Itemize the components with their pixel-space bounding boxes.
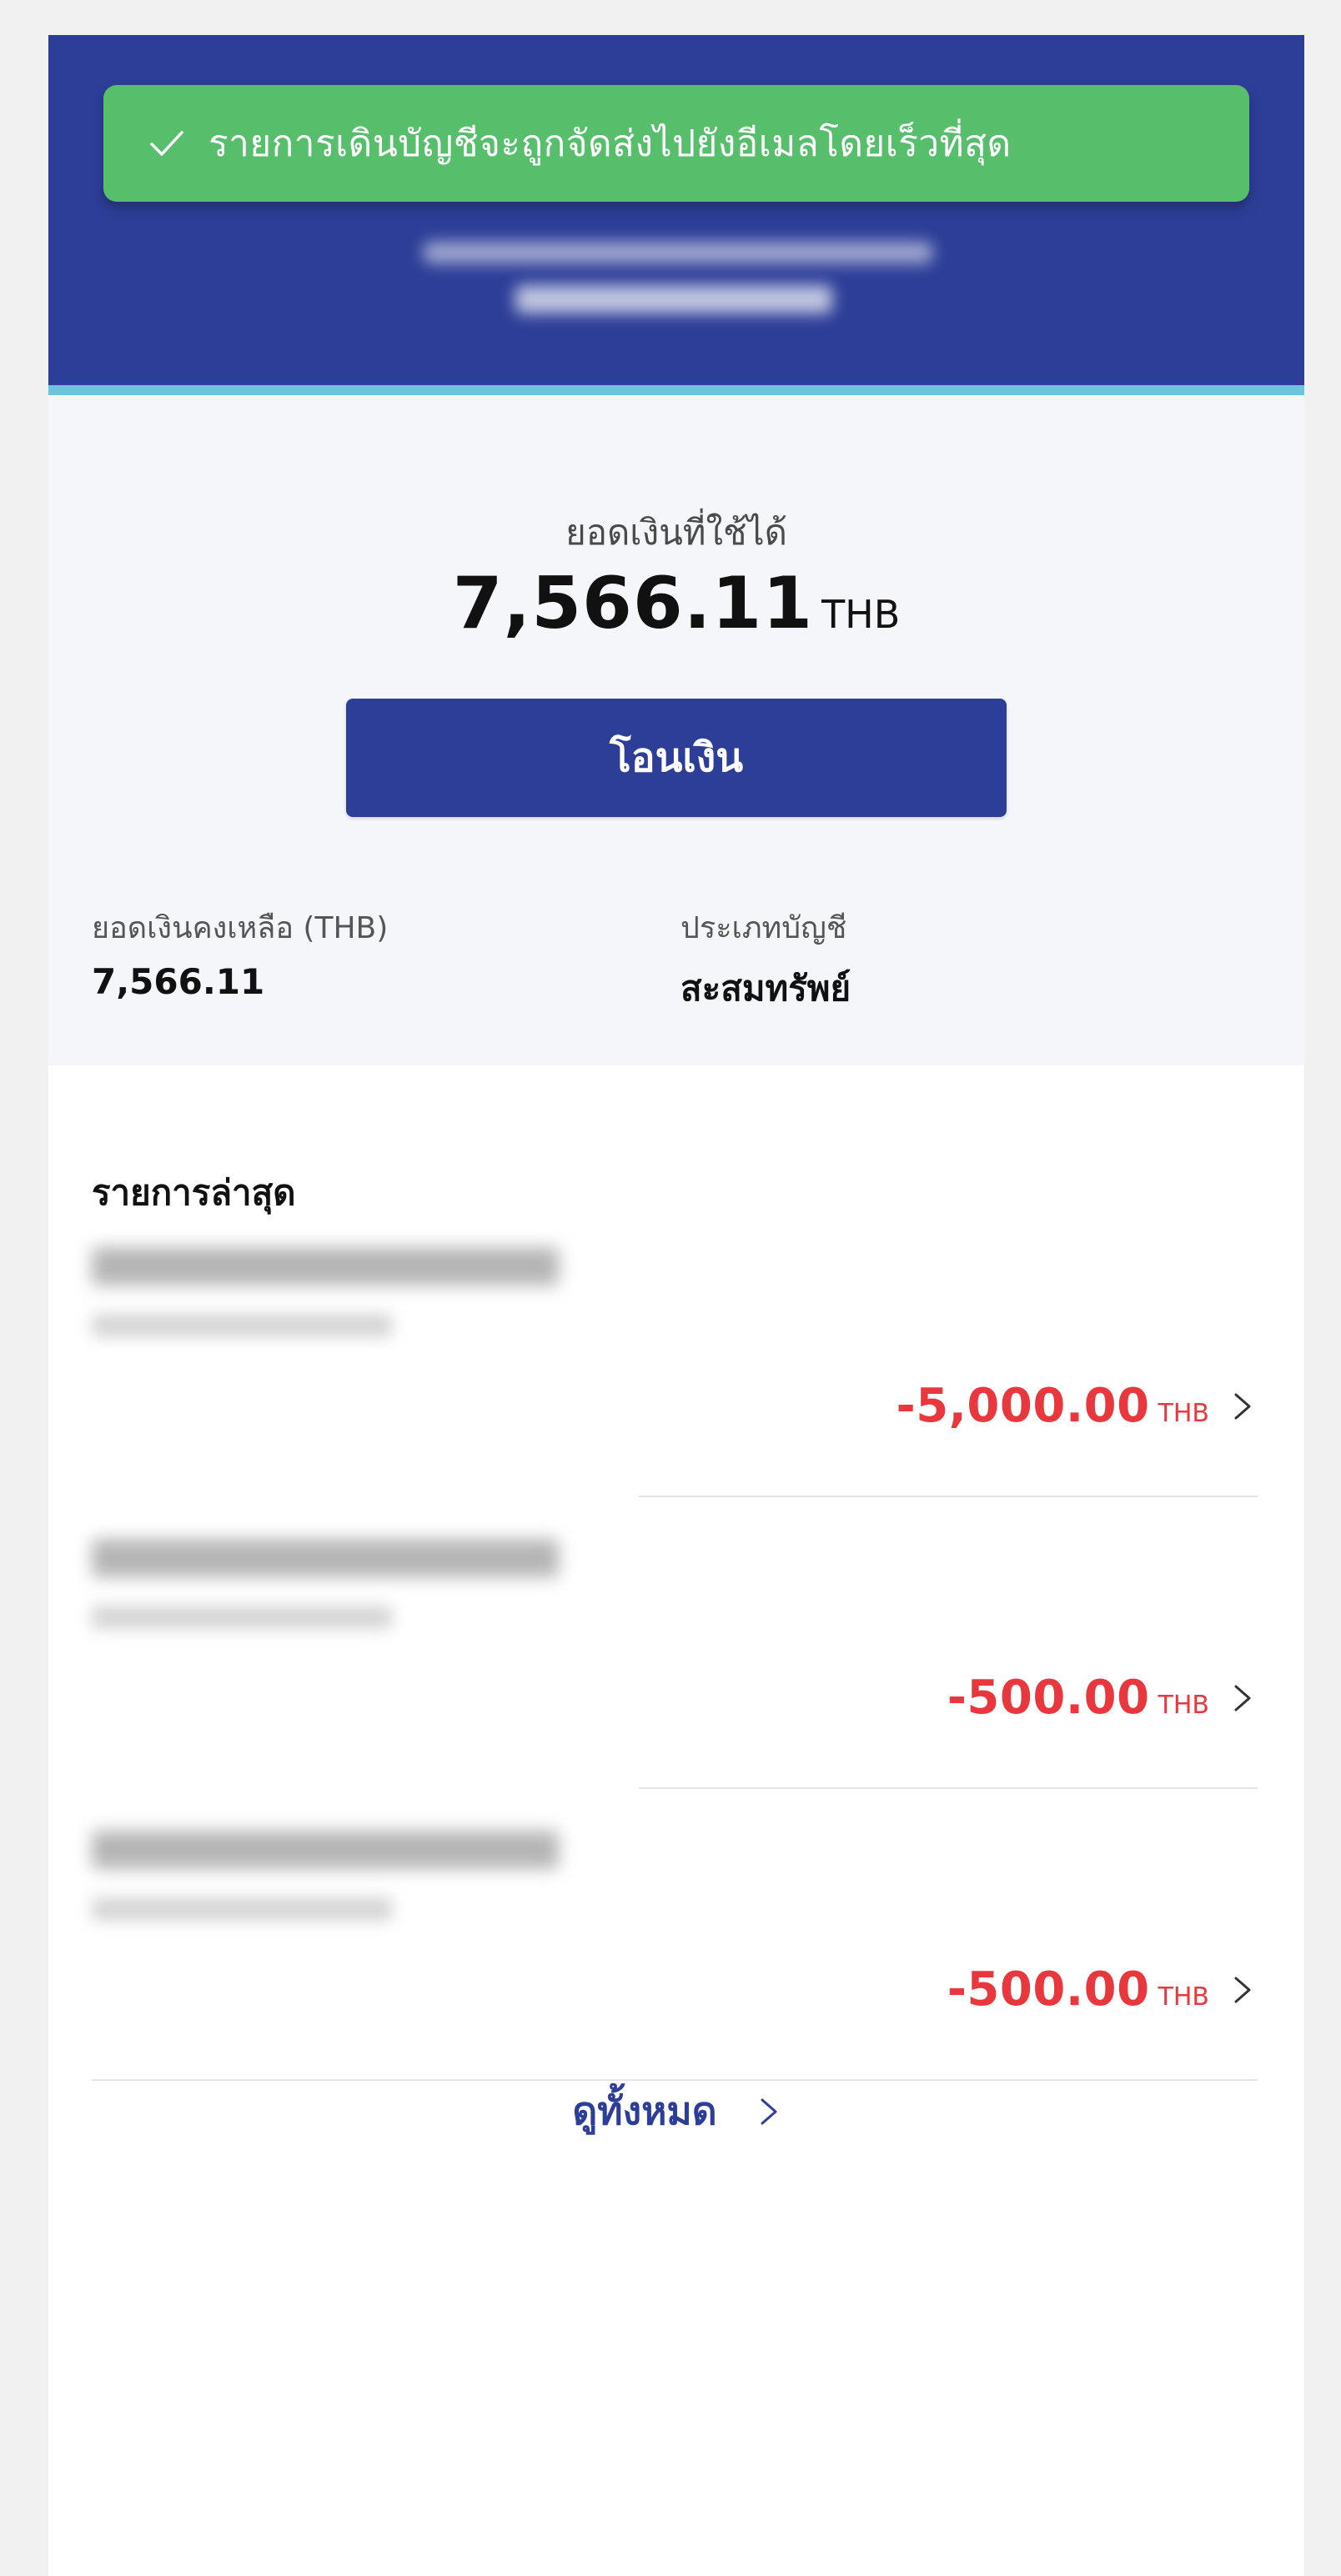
- available-balance-amount: 7,566.11: [452, 562, 814, 645]
- remaining-balance: ยอดเงินคงเหลือ (THB) 7,566.11: [92, 904, 388, 1002]
- transaction-currency: THB: [1158, 1982, 1209, 2012]
- transaction-row[interactable]: -500.00 THB: [48, 1512, 1304, 1826]
- view-all-link[interactable]: ดูทั้งหมด: [48, 2081, 1304, 2142]
- check-icon: [150, 131, 183, 156]
- divider: [639, 1787, 1258, 1789]
- transaction-description-redacted: [92, 1247, 559, 1285]
- recent-transactions-title: รายการล่าสุด: [92, 1172, 296, 1213]
- available-balance-label: ยอดเงินที่ใช้ได้: [565, 512, 787, 553]
- account-type-value: สะสมทรัพย์: [681, 968, 851, 1009]
- header-accent-stripe: [48, 385, 1304, 395]
- toast-message: รายการเดินบัญชีจะถูกจัดส่งไปยังอีเมลโดยเ…: [208, 123, 1012, 165]
- success-toast[interactable]: รายการเดินบัญชีจะถูกจัดส่งไปยังอีเมลโดยเ…: [103, 85, 1249, 202]
- transaction-currency: THB: [1158, 1399, 1209, 1428]
- remaining-balance-value: 7,566.11: [92, 961, 265, 1002]
- transaction-date-redacted: [92, 1606, 392, 1629]
- transaction-amount-value: -500.00: [947, 1962, 1150, 2017]
- chevron-right-icon: [761, 2098, 777, 2124]
- account-header: รายการเดินบัญชีจะถูกจัดส่งไปยังอีเมลโดยเ…: [48, 35, 1304, 385]
- divider: [639, 1496, 1258, 1497]
- account-type: ประเภทบัญชี สะสมทรัพย์: [681, 904, 851, 1016]
- available-balance-currency: THB: [821, 592, 901, 637]
- chevron-right-icon: [1234, 1685, 1251, 1711]
- transaction-amount-value: -500.00: [947, 1671, 1150, 1725]
- transaction-date-redacted: [92, 1897, 392, 1921]
- transaction-amount: -5,000.00 THB: [896, 1379, 1254, 1433]
- view-all-label: ดูทั้งหมด: [572, 2088, 717, 2133]
- account-type-label: ประเภทบัญชี: [681, 911, 847, 945]
- account-name-redacted: [424, 242, 932, 263]
- app-screen: รายการเดินบัญชีจะถูกจัดส่งไปยังอีเมลโดยเ…: [48, 35, 1304, 2576]
- remaining-balance-label: ยอดเงินคงเหลือ (THB): [92, 911, 389, 945]
- chevron-right-icon: [1234, 1977, 1251, 2002]
- transaction-date-redacted: [92, 1314, 392, 1337]
- transfer-button[interactable]: โอนเงิน: [346, 699, 1007, 817]
- transaction-row[interactable]: -5,000.00 THB: [48, 1220, 1304, 1534]
- transaction-row[interactable]: -500.00 THB: [48, 1804, 1304, 2117]
- account-number-redacted[interactable]: [515, 285, 832, 313]
- balance-section: ยอดเงินที่ใช้ได้ 7,566.11 THB โอนเงิน ยอด…: [48, 395, 1304, 1065]
- transaction-amount-value: -5,000.00: [896, 1379, 1150, 1433]
- available-balance: 7,566.11 THB: [48, 562, 1304, 645]
- transaction-description-redacted: [92, 1539, 559, 1577]
- transaction-currency: THB: [1158, 1691, 1209, 1720]
- transaction-description-redacted: [92, 1831, 559, 1869]
- transaction-amount: -500.00 THB: [947, 1671, 1254, 1725]
- chevron-right-icon: [1234, 1393, 1251, 1419]
- recent-transactions: รายการล่าสุด -5,000.00 THB -500.00 THB -…: [48, 1065, 1304, 2576]
- transaction-amount: -500.00 THB: [947, 1962, 1254, 2017]
